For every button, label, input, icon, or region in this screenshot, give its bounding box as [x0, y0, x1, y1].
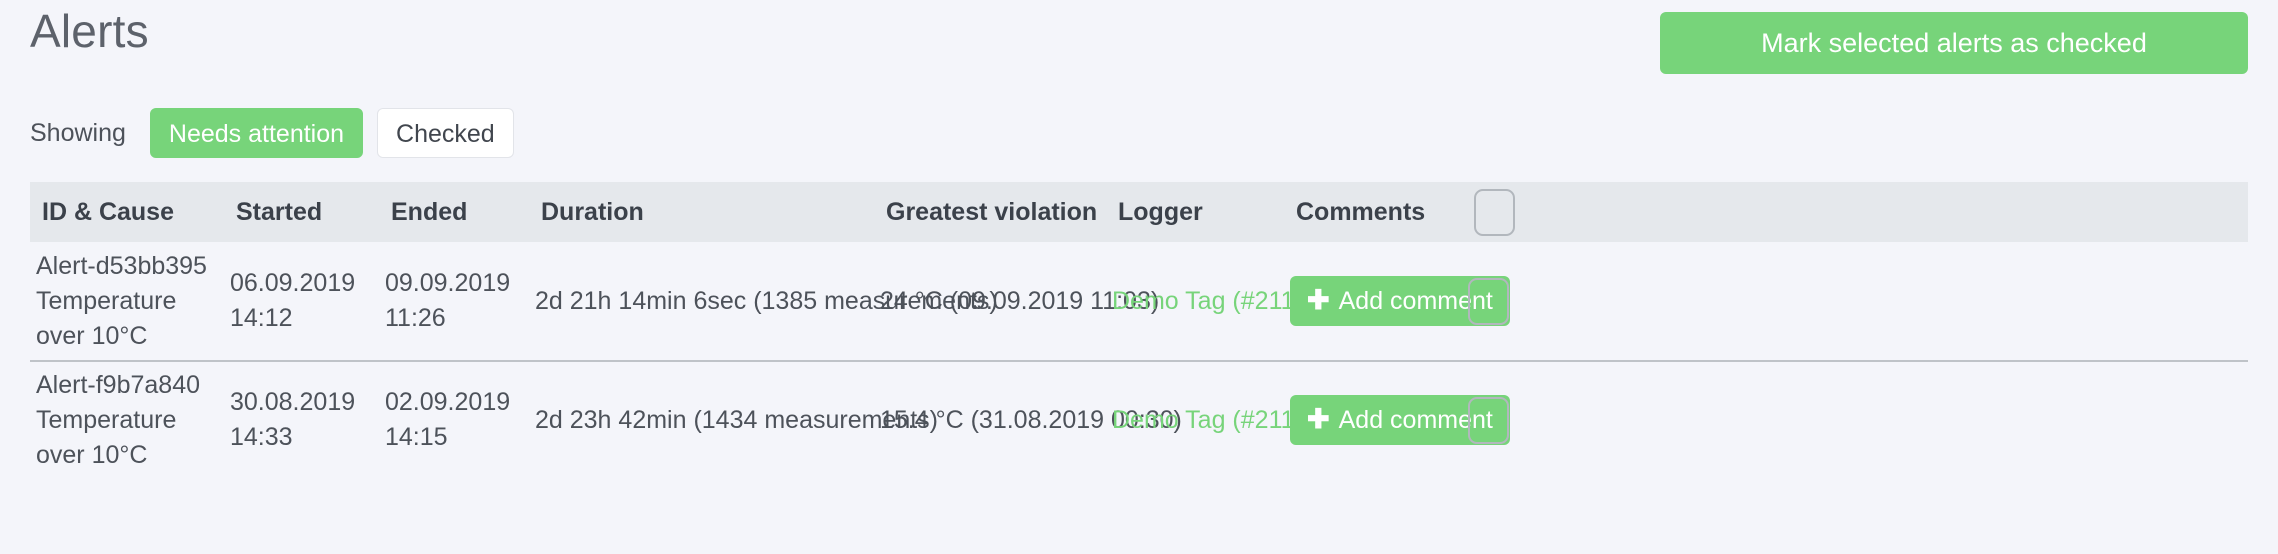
- showing-label: Showing: [30, 119, 126, 147]
- select-all-checkbox[interactable]: [1474, 188, 1515, 236]
- filter-needs-attention-button[interactable]: Needs attention: [149, 108, 364, 158]
- row-select-checkbox[interactable]: [1468, 277, 1509, 325]
- cell-select: [1468, 396, 1558, 444]
- cell-select: [1468, 277, 1558, 325]
- filter-bar: Showing Needs attention Checked: [30, 108, 2248, 182]
- cell-id-cause: Alert-d53bb395 Temperature over 10°C: [30, 249, 230, 354]
- cell-greatest-violation: 15.4 °C (31.08.2019 00:30): [880, 405, 1182, 434]
- table-row: Alert-f9b7a840 Temperature over 10°C 30.…: [30, 360, 2248, 478]
- alert-cause: Temperature over 10°C: [36, 286, 177, 350]
- plus-icon: ✚: [1307, 284, 1330, 315]
- page-title: Alerts: [30, 5, 149, 57]
- cell-ended: 09.09.2019 11:26: [385, 269, 511, 332]
- column-header-id-cause[interactable]: ID & Cause: [36, 198, 236, 227]
- filter-checked-button[interactable]: Checked: [377, 108, 514, 158]
- cell-logger: Demo Tag (#211115): [1112, 403, 1341, 438]
- cell-id-cause: Alert-f9b7a840 Temperature over 10°C: [30, 368, 230, 473]
- column-header-select-all: [1474, 188, 1564, 236]
- cell-duration: 2d 21h 14min 6sec (1385 measurements): [535, 286, 998, 315]
- plus-icon: ✚: [1307, 403, 1330, 434]
- column-header-ended[interactable]: Ended: [391, 198, 541, 227]
- column-header-logger[interactable]: Logger: [1118, 198, 1296, 227]
- page-header: Alerts Mark selected alerts as checked: [30, 0, 2248, 108]
- cell-ended: 02.09.2019 14:15: [385, 388, 511, 451]
- alert-cause: Temperature over 10°C: [36, 405, 177, 469]
- cell-comments: ✚ Add comment: [1290, 276, 1510, 326]
- column-header-comments[interactable]: Comments: [1296, 198, 1474, 227]
- row-select-checkbox[interactable]: [1468, 396, 1509, 444]
- cell-duration: 2d 23h 42min (1434 measurements): [535, 405, 939, 434]
- cell-started: 06.09.2019 14:12: [230, 269, 356, 332]
- cell-logger: Demo Tag (#211115): [1112, 284, 1341, 319]
- alerts-table: ID & Cause Started Ended Duration Greate…: [30, 182, 2248, 478]
- alert-id: Alert-d53bb395: [36, 251, 207, 280]
- mark-selected-alerts-as-checked-button[interactable]: Mark selected alerts as checked: [1660, 12, 2248, 74]
- cell-started: 30.08.2019 14:33: [230, 388, 356, 451]
- alert-id: Alert-f9b7a840: [36, 370, 201, 399]
- cell-comments: ✚ Add comment: [1290, 395, 1510, 445]
- cell-greatest-violation: 24 °C (09.09.2019 11:03): [880, 286, 1160, 315]
- column-header-duration[interactable]: Duration: [541, 198, 886, 227]
- column-header-greatest-violation[interactable]: Greatest violation: [886, 198, 1118, 227]
- column-header-started[interactable]: Started: [236, 198, 391, 227]
- table-header-row: ID & Cause Started Ended Duration Greate…: [30, 182, 2248, 242]
- table-row: Alert-d53bb395 Temperature over 10°C 06.…: [30, 242, 2248, 360]
- alerts-page: Alerts Mark selected alerts as checked S…: [0, 0, 2278, 554]
